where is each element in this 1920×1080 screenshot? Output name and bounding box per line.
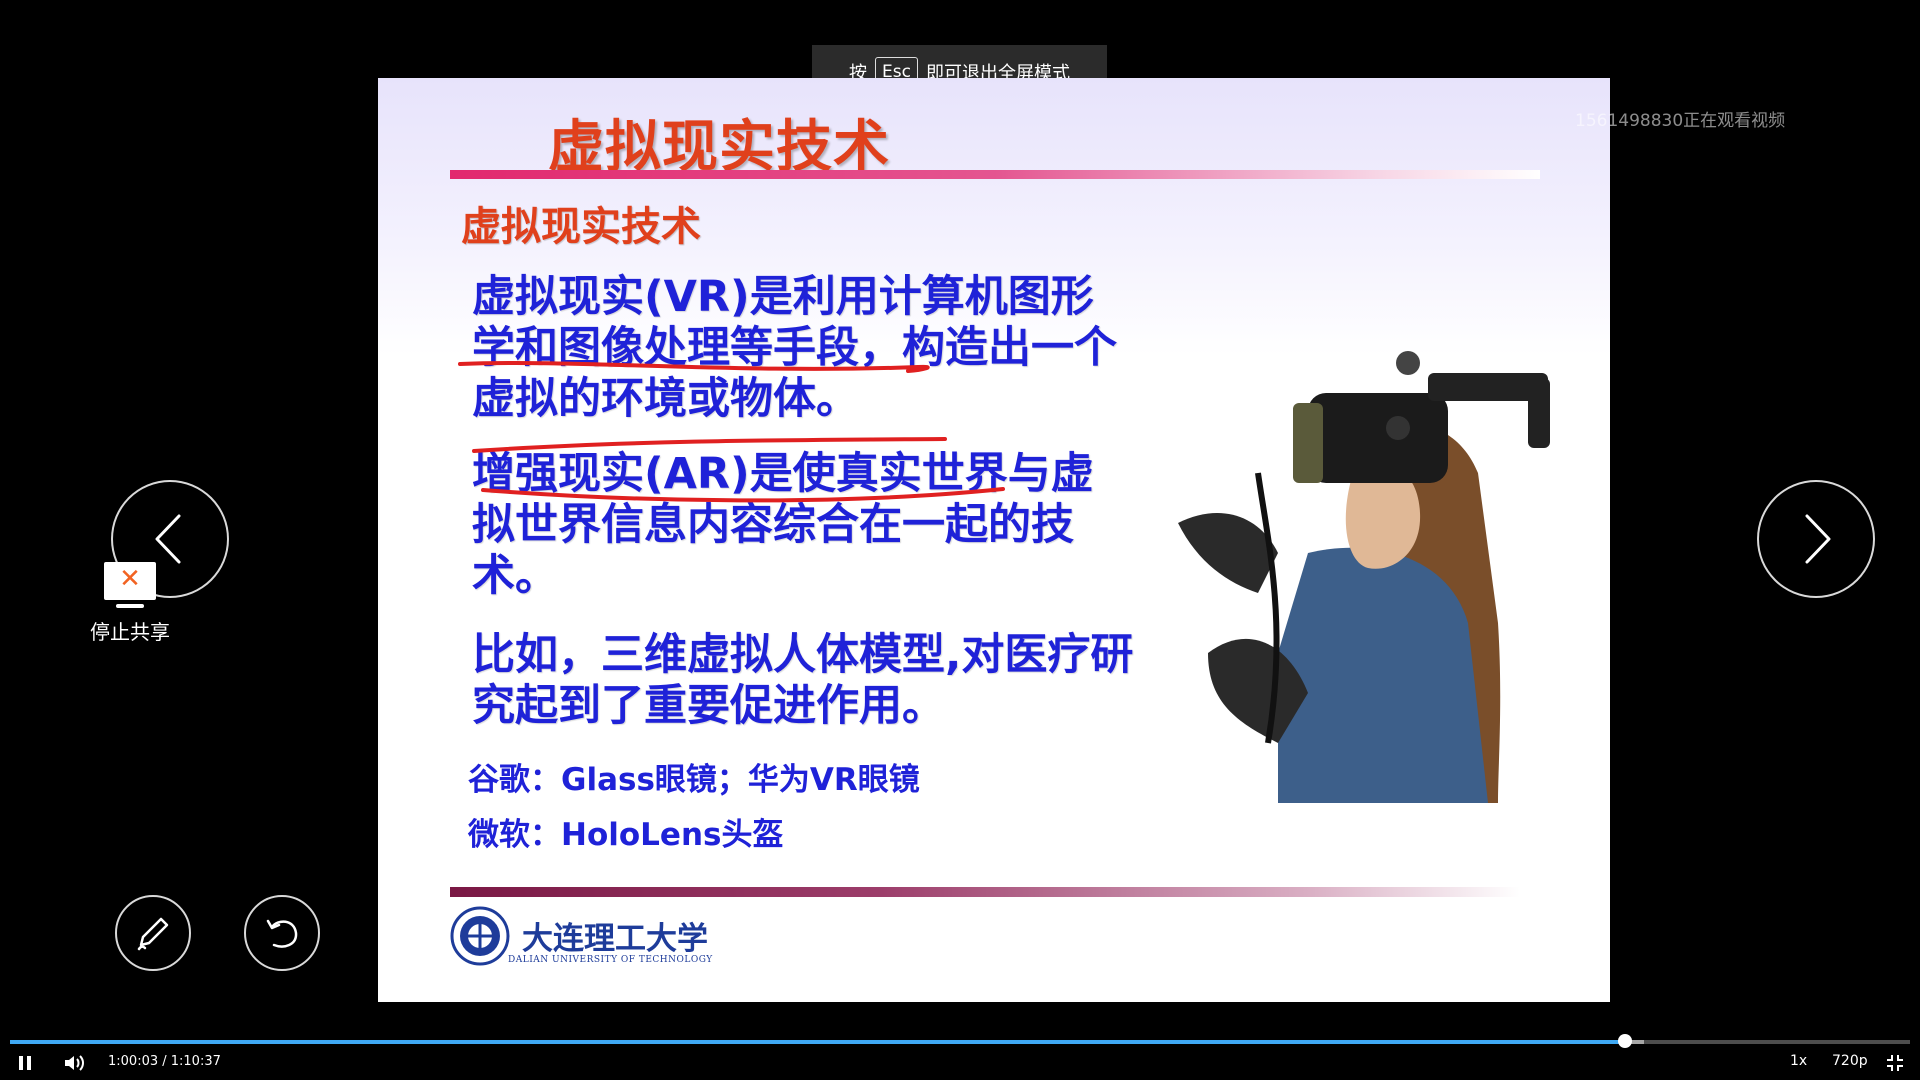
footer-divider	[450, 887, 1520, 897]
chevron-right-icon	[1805, 514, 1831, 564]
playback-speed-button[interactable]: 1x	[1790, 1053, 1807, 1069]
pause-icon[interactable]	[14, 1052, 36, 1074]
paragraph-example: 比如，三维虚拟人体模型,对医疗研究起到了重要促进作用。	[472, 630, 1134, 731]
progress-played	[10, 1040, 1625, 1044]
paragraph-ar: 增强现实(AR)是使真实世界与虚拟世界信息内容综合在一起的技术。	[472, 449, 1094, 601]
stop-share-label: 停止共享	[90, 620, 170, 644]
title-divider	[450, 170, 1540, 179]
presentation-slide: 虚拟现实技术 虚拟现实技术 虚拟现实(VR)是利用计算机图形学和图像处理等手段，…	[378, 78, 1610, 1002]
close-icon: ✕	[119, 564, 141, 594]
undo-icon	[266, 919, 298, 948]
vr-headset-person-image	[1178, 351, 1550, 803]
quality-button[interactable]: 720p	[1832, 1053, 1868, 1069]
pen-icon	[137, 917, 169, 951]
screen-share-icon: ✕	[104, 562, 156, 608]
viewer-watermark: 1561498830正在观看视频	[1575, 111, 1786, 131]
university-seal-icon	[450, 906, 510, 966]
slide-subtitle: 虚拟现实技术	[461, 204, 701, 250]
time-readout: 1:00:03 / 1:10:37	[108, 1054, 221, 1069]
progress-handle[interactable]	[1618, 1034, 1632, 1048]
volume-icon[interactable]	[62, 1052, 86, 1074]
progress-bar[interactable]	[10, 1034, 1910, 1048]
pen-tool-button[interactable]	[115, 895, 191, 971]
google-line: 谷歌：Glass眼镜；华为VR眼镜	[468, 762, 920, 798]
university-name-en: DALIAN UNIVERSITY OF TECHNOLOGY	[508, 955, 713, 965]
exit-fullscreen-icon[interactable]	[1885, 1053, 1905, 1073]
next-slide-button[interactable]	[1757, 480, 1875, 598]
undo-button[interactable]	[244, 895, 320, 971]
stop-share-button[interactable]: ✕ 停止共享	[80, 562, 180, 644]
microsoft-line: 微软：HoloLens头盔	[468, 817, 784, 853]
university-name-cn: 大连理工大学	[522, 921, 708, 957]
paragraph-vr: 虚拟现实(VR)是利用计算机图形学和图像处理等手段，构造出一个虚拟的环境或物体。	[472, 272, 1117, 424]
